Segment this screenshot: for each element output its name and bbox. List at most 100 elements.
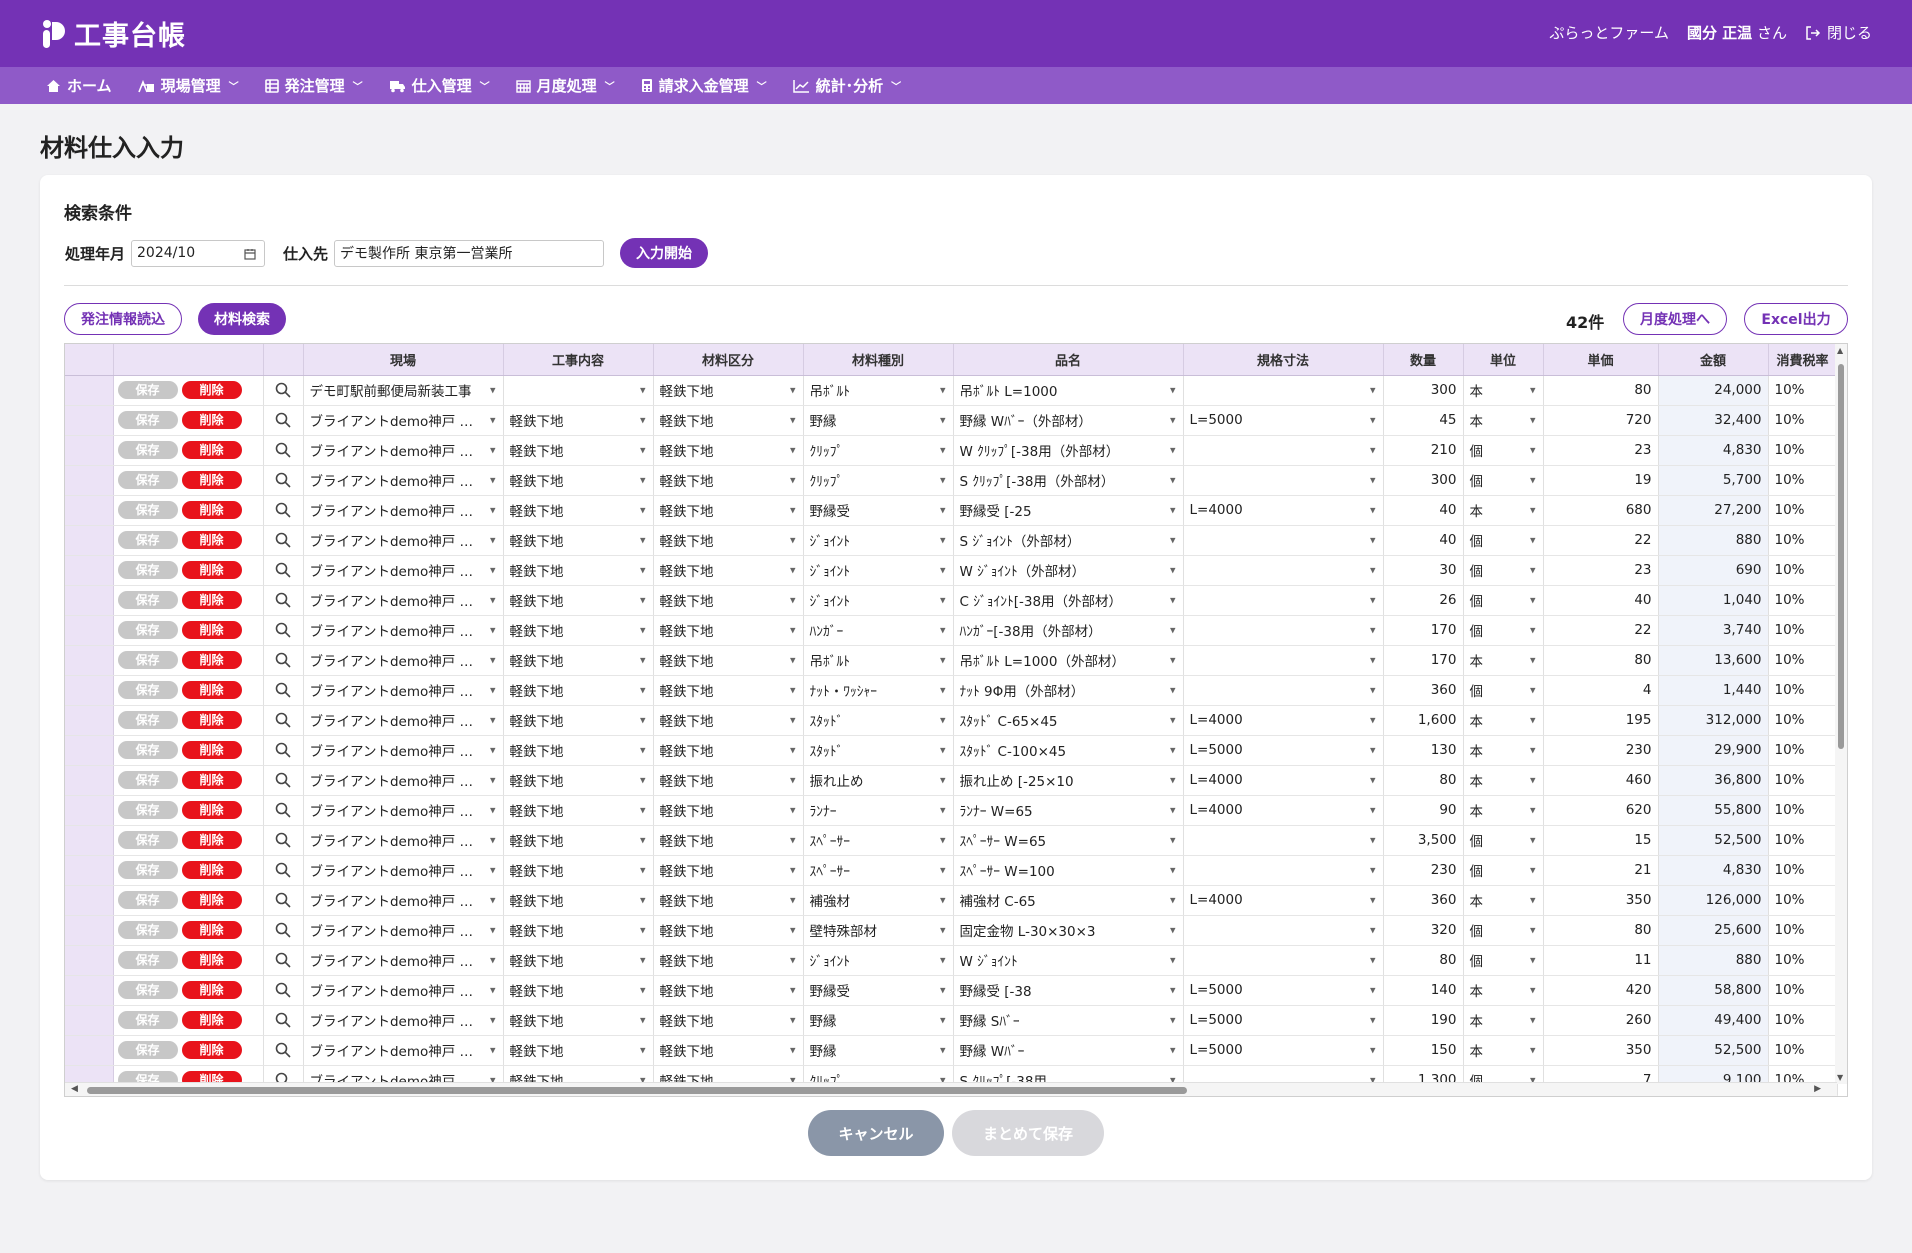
row-save-button[interactable]: 保存 <box>117 1011 178 1029</box>
table-row[interactable]: 保存削除ブライアントdemo神戸 …軽鉄下地軽鉄下地ｽﾍﾟｰｻｰｽﾍﾟｰｻｰ W… <box>65 825 1838 856</box>
cell-material-category[interactable]: 軽鉄下地 <box>653 675 804 706</box>
header-quantity[interactable]: 数量 <box>1383 344 1464 376</box>
cell-quantity[interactable]: 360 <box>1383 675 1464 706</box>
cell-work[interactable]: 軽鉄下地 <box>503 435 654 466</box>
search-icon[interactable] <box>275 622 291 638</box>
cell-material-category[interactable]: 軽鉄下地 <box>653 645 804 676</box>
row-delete-button[interactable]: 削除 <box>181 831 242 849</box>
cell-product-name[interactable]: ｽﾍﾟｰｻｰ W=100 <box>953 855 1184 886</box>
cell-quantity[interactable]: 210 <box>1383 435 1464 466</box>
search-icon[interactable] <box>275 412 291 428</box>
cell-tax-rate[interactable]: 10% <box>1768 465 1838 496</box>
header-unit-price[interactable]: 単価 <box>1543 344 1659 376</box>
search-icon[interactable] <box>275 532 291 548</box>
row-delete-button[interactable]: 削除 <box>181 441 242 459</box>
cell-unit[interactable]: 本 <box>1463 795 1544 826</box>
cell-unit[interactable]: 個 <box>1463 945 1544 976</box>
row-delete-button[interactable]: 削除 <box>181 1041 242 1059</box>
vertical-scroll-thumb[interactable] <box>1838 364 1844 749</box>
cell-amount[interactable]: 5,700 <box>1658 465 1769 496</box>
cell-unit-price[interactable]: 720 <box>1543 405 1659 436</box>
table-row[interactable]: 保存削除ブライアントdemo神戸 …軽鉄下地軽鉄下地ｼﾞｮｲﾝﾄW ｼﾞｮｲﾝﾄ… <box>65 945 1838 976</box>
cell-quantity[interactable]: 40 <box>1383 525 1464 556</box>
cell-amount[interactable]: 52,500 <box>1658 1035 1769 1066</box>
cell-unit-price[interactable]: 21 <box>1543 855 1659 886</box>
cell-tax-rate[interactable]: 10% <box>1768 1035 1838 1066</box>
cell-spec[interactable]: L=4000 <box>1183 495 1384 526</box>
cell-unit[interactable]: 個 <box>1463 465 1544 496</box>
cell-spec[interactable] <box>1183 825 1384 856</box>
cell-site[interactable]: ブライアントdemo神戸 … <box>303 1005 504 1036</box>
header-spec[interactable]: 規格寸法 <box>1183 344 1384 376</box>
cell-tax-rate[interactable]: 10% <box>1768 735 1838 766</box>
cell-product-name[interactable]: 補強材 C-65 <box>953 885 1184 916</box>
row-header[interactable] <box>65 915 114 946</box>
row-save-button[interactable]: 保存 <box>117 441 178 459</box>
row-save-button[interactable]: 保存 <box>117 591 178 609</box>
cell-site[interactable]: ブライアントdemo神戸 … <box>303 615 504 646</box>
row-header[interactable] <box>65 495 114 526</box>
cell-work[interactable]: 軽鉄下地 <box>503 855 654 886</box>
cell-amount[interactable]: 3,740 <box>1658 615 1769 646</box>
cell-material-category[interactable]: 軽鉄下地 <box>653 795 804 826</box>
row-delete-button[interactable]: 削除 <box>181 861 242 879</box>
cell-quantity[interactable]: 80 <box>1383 765 1464 796</box>
cell-unit-price[interactable]: 22 <box>1543 525 1659 556</box>
cell-spec[interactable] <box>1183 675 1384 706</box>
cell-material-type[interactable]: ｽﾍﾟｰｻｰ <box>803 825 954 856</box>
cell-spec[interactable]: L=5000 <box>1183 1005 1384 1036</box>
start-input-button[interactable]: 入力開始 <box>620 238 709 268</box>
cell-site[interactable]: ブライアントdemo神戸 … <box>303 735 504 766</box>
cell-material-category[interactable]: 軽鉄下地 <box>653 495 804 526</box>
row-save-button[interactable]: 保存 <box>117 471 178 489</box>
cell-work[interactable]: 軽鉄下地 <box>503 765 654 796</box>
cell-unit[interactable]: 本 <box>1463 735 1544 766</box>
cell-material-category[interactable]: 軽鉄下地 <box>653 1005 804 1036</box>
row-save-button[interactable]: 保存 <box>117 921 178 939</box>
cell-material-category[interactable]: 軽鉄下地 <box>653 405 804 436</box>
cell-amount[interactable]: 1,440 <box>1658 675 1769 706</box>
row-header[interactable] <box>65 885 114 916</box>
table-row[interactable]: 保存削除ブライアントdemo神戸 …軽鉄下地軽鉄下地野縁野縁 WﾊﾞｰL=500… <box>65 1035 1838 1066</box>
cell-unit-price[interactable]: 40 <box>1543 585 1659 616</box>
cell-site[interactable]: ブライアントdemo神戸 … <box>303 495 504 526</box>
cell-material-type[interactable]: ｽﾀｯﾄﾞ <box>803 735 954 766</box>
nav-monthly-processing[interactable]: 月度処理 ﹀ <box>515 75 615 96</box>
search-icon[interactable] <box>275 862 291 878</box>
cell-site[interactable]: ブライアントdemo神戸 … <box>303 855 504 886</box>
scroll-left-icon[interactable]: ◀ <box>71 1084 78 1094</box>
cell-work[interactable]: 軽鉄下地 <box>503 465 654 496</box>
row-delete-button[interactable]: 削除 <box>181 531 242 549</box>
cell-amount[interactable]: 126,000 <box>1658 885 1769 916</box>
cell-unit-price[interactable]: 680 <box>1543 495 1659 526</box>
header-material-type[interactable]: 材料種別 <box>803 344 954 376</box>
cell-quantity[interactable]: 30 <box>1383 555 1464 586</box>
row-save-button[interactable]: 保存 <box>117 831 178 849</box>
search-icon[interactable] <box>275 832 291 848</box>
cell-tax-rate[interactable]: 10% <box>1768 975 1838 1006</box>
row-save-button[interactable]: 保存 <box>117 651 178 669</box>
cell-work[interactable]: 軽鉄下地 <box>503 645 654 676</box>
cell-material-category[interactable]: 軽鉄下地 <box>653 885 804 916</box>
cell-spec[interactable] <box>1183 375 1384 406</box>
row-delete-button[interactable]: 削除 <box>181 921 242 939</box>
row-delete-button[interactable]: 削除 <box>181 1011 242 1029</box>
cell-quantity[interactable]: 140 <box>1383 975 1464 1006</box>
cell-material-type[interactable]: ﾅｯﾄ・ﾜｯｼｬｰ <box>803 675 954 706</box>
cell-spec[interactable] <box>1183 945 1384 976</box>
cell-unit[interactable]: 個 <box>1463 855 1544 886</box>
cell-spec[interactable]: L=5000 <box>1183 975 1384 1006</box>
cell-material-type[interactable]: 壁特殊部材 <box>803 915 954 946</box>
vertical-scrollbar[interactable]: ▲ ▼ <box>1835 344 1847 1084</box>
cell-amount[interactable]: 13,600 <box>1658 645 1769 676</box>
cell-unit-price[interactable]: 350 <box>1543 885 1659 916</box>
cell-product-name[interactable]: ｽﾀｯﾄﾞ C-100×45 <box>953 735 1184 766</box>
cell-work[interactable]: 軽鉄下地 <box>503 525 654 556</box>
table-row[interactable]: 保存削除ブライアントdemo神戸 …軽鉄下地軽鉄下地壁特殊部材固定金物 L-30… <box>65 915 1838 946</box>
cell-amount[interactable]: 1,040 <box>1658 585 1769 616</box>
cell-quantity[interactable]: 3,500 <box>1383 825 1464 856</box>
cell-site[interactable]: ブライアントdemo神戸 … <box>303 645 504 676</box>
cell-product-name[interactable]: 野縁 Sﾊﾞｰ <box>953 1005 1184 1036</box>
cell-unit[interactable]: 本 <box>1463 645 1544 676</box>
row-header[interactable] <box>65 825 114 856</box>
